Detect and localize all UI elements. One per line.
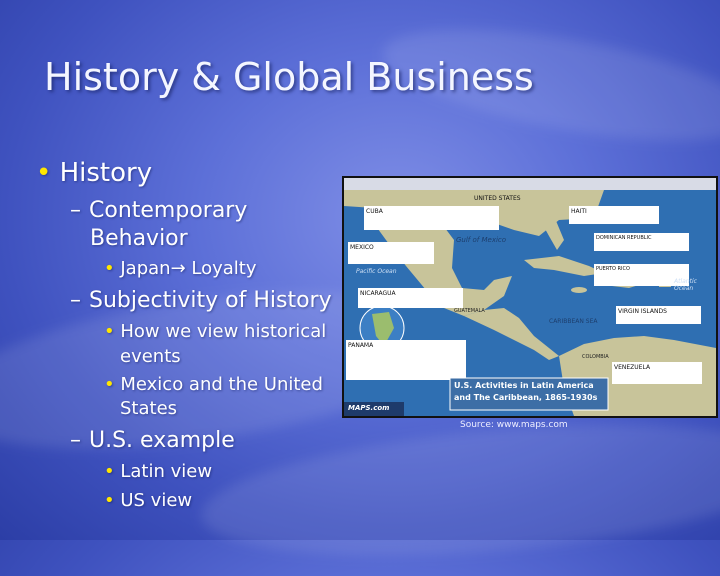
bullet-how-we-view: • How we view historical xyxy=(104,321,326,342)
dash-icon: – xyxy=(70,198,81,223)
bullet-contemporary-text: Contemporary xyxy=(89,198,248,223)
map-label-atlantic-ocean: Atlantic Ocean xyxy=(674,278,697,292)
map-label-mexico: MEXICO xyxy=(350,244,374,251)
map-label-nicaragua: NICARAGUA xyxy=(360,290,396,297)
bullet-latin-view: • Latin view xyxy=(104,461,212,482)
source-caption: Source: www.maps.com xyxy=(460,420,568,430)
latin-america-map: CUBA UNITED STATES HAITI DOMINICAN REPUB… xyxy=(342,176,718,418)
map-label-caribbean-sea: CARIBBEAN SEA xyxy=(549,318,598,325)
map-label-cuba: CUBA xyxy=(366,208,383,215)
slide-title: History & Global Business xyxy=(44,55,534,99)
bullet-us-example: – U.S. example xyxy=(70,428,235,453)
us-view-text: US view xyxy=(120,490,193,511)
bullet-japan: • Japan→ Loyalty xyxy=(104,258,257,279)
map-label-pacific-ocean: Pacific Ocean xyxy=(356,268,397,275)
how-we-view-text-2: events xyxy=(120,346,181,367)
bullet-dot-icon: • xyxy=(36,158,52,188)
bullet-dot-icon: • xyxy=(104,321,115,342)
maps-brand-logo: MAPS.com xyxy=(348,404,390,412)
japan-text: Japan xyxy=(120,258,171,279)
bullet-subjectivity-text: Subjectivity of History xyxy=(89,288,332,313)
bullet-dot-icon: • xyxy=(104,258,115,279)
bullet-behavior-text: Behavior xyxy=(90,226,188,251)
dash-icon: – xyxy=(70,428,81,453)
mexico-us-text-1: Mexico and the United xyxy=(120,374,323,395)
loyalty-text: Loyalty xyxy=(191,258,257,279)
bullet-mexico-us: • Mexico and the United xyxy=(104,374,323,395)
map-label-puerto-rico: PUERTO RICO xyxy=(596,266,630,272)
map-title-line2: and The Caribbean, 1865-1930s xyxy=(454,393,598,402)
map-label-gulf-of-mexico: Gulf of Mexico xyxy=(456,236,507,244)
map-label-colombia: COLOMBIA xyxy=(582,354,609,360)
bullet-subjectivity: – Subjectivity of History xyxy=(70,288,332,313)
latin-view-text: Latin view xyxy=(120,461,213,482)
bullet-dot-icon: • xyxy=(104,374,115,395)
bullet-us-view: • US view xyxy=(104,490,192,511)
map-label-virgin-islands: VIRGIN ISLANDS xyxy=(618,308,667,315)
bullet-dot-icon: • xyxy=(104,490,115,511)
dash-icon: – xyxy=(70,288,81,313)
map-label-united-states: UNITED STATES xyxy=(474,195,521,202)
bullet-history-text: History xyxy=(59,158,153,188)
bullet-us-example-text: U.S. example xyxy=(89,428,235,453)
bullet-history: • History xyxy=(36,158,152,188)
map-label-dominican-republic: DOMINICAN REPUBLIC xyxy=(596,235,652,241)
map-title-line1: U.S. Activities in Latin America xyxy=(454,381,594,390)
mexico-us-text-2: States xyxy=(120,398,178,419)
map-label-haiti: HAITI xyxy=(571,208,587,215)
map-label-venezuela: VENEZUELA xyxy=(614,364,651,371)
how-we-view-text-1: How we view historical xyxy=(120,321,327,342)
bullet-contemporary: – Contemporary xyxy=(70,198,247,223)
bullet-dot-icon: • xyxy=(104,461,115,482)
right-arrow-icon: → xyxy=(170,258,192,279)
map-label-guatemala: GUATEMALA xyxy=(454,308,485,314)
map-label-panama: PANAMA xyxy=(348,342,374,349)
